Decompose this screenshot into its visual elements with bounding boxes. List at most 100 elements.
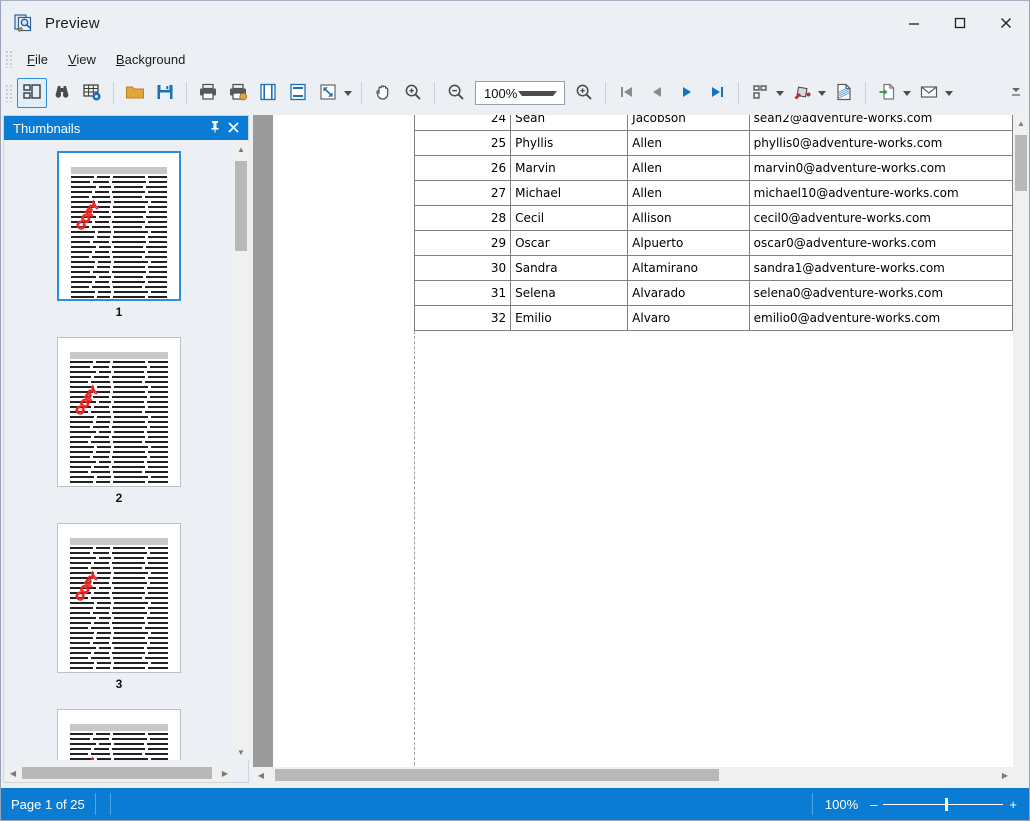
table-row: 30 Sandra Altamirano sandra1@adventure-work… [413,255,1014,281]
table-cell-last: Allen [627,155,750,181]
zoom-out-button[interactable] [441,78,471,108]
scroll-up-arrow[interactable]: ▲ [233,141,249,157]
minimize-button[interactable] [891,1,937,45]
document-viewer[interactable]: 6FrancesAdamsfrances0@adventure-works.co… [253,115,1029,783]
zoom-slider-knob[interactable] [945,797,949,811]
table-row: 24 Sean Jacobson sean2@adventure-works.com [413,115,1014,131]
scroll-down-arrow[interactable]: ▼ [233,744,249,760]
open-button[interactable] [120,78,150,108]
scrollbar-thumb[interactable] [275,769,719,781]
table-cell-mail: sandra1@adventure-works.com [748,255,1014,281]
thumbnails-vertical-scrollbar[interactable]: ▲ ▼ [233,141,249,760]
chevron-down-icon[interactable] [518,90,557,96]
table-cell-mail: michael10@adventure-works.com [748,180,1014,206]
export-dropdown-caret[interactable] [903,90,911,96]
multiple-pages-dropdown-caret[interactable] [776,90,784,96]
scale-dropdown-caret[interactable] [344,90,352,96]
toolbar-separator [865,82,866,104]
table-cell-mail: cecil0@adventure-works.com [748,205,1014,231]
menu-background[interactable]: Background [106,49,195,70]
scrollbar-thumb[interactable] [235,161,247,251]
thumbnails-list[interactable]: COPY 1 COPY 2 COPY 3 COPY4 [5,141,233,760]
table-cell-id: 32 [413,305,512,331]
resize-arrows-icon [318,82,338,105]
toolbar-separator [113,82,114,104]
page-setup-button[interactable] [77,78,107,108]
thumbnail-page[interactable]: COPY [57,151,181,301]
scroll-right-arrow[interactable]: ▶ [997,767,1013,783]
table-cell-id: 29 [413,230,512,256]
thumbnail-page[interactable]: COPY [57,709,181,760]
watermark-button[interactable] [829,78,859,108]
scroll-left-arrow[interactable]: ◀ [253,767,269,783]
binoculars-icon [52,82,72,105]
toggle-sidebar-button[interactable] [17,78,47,108]
menu-view[interactable]: View [58,49,106,70]
zoom-level-label: 100% [824,796,859,812]
zoom-slider-track[interactable] [883,797,1004,811]
page-color-dropdown-caret[interactable] [818,90,826,96]
print-button[interactable] [193,78,223,108]
thumbnail-page[interactable]: COPY [57,523,181,673]
page-frame-icon [258,82,278,105]
scroll-right-arrow[interactable]: ▶ [217,765,233,781]
thumbnail-item[interactable]: COPY 2 [13,337,225,513]
hand-tool-button[interactable] [368,78,398,108]
zoom-out-button[interactable]: – [870,797,877,812]
table-cell-first: Phyllis [510,130,629,156]
document-horizontal-scrollbar[interactable]: ◀ ▶ [253,767,1029,783]
status-divider [94,793,96,815]
close-button[interactable] [983,1,1029,45]
send-via-email-button[interactable] [914,78,944,108]
thumbnails-horizontal-scrollbar[interactable]: ◀ ▶ [5,765,233,781]
previous-page-icon [648,83,666,104]
zoom-in-button[interactable] [569,78,599,108]
previous-page-button[interactable] [642,78,672,108]
scale-button[interactable] [313,78,343,108]
find-button[interactable] [47,78,77,108]
table-cell-id: 25 [413,130,512,156]
document-vertical-scrollbar[interactable]: ▲ [1013,115,1029,767]
page-color-button[interactable] [787,78,817,108]
email-dropdown-caret[interactable] [945,90,953,96]
thumbnail-item[interactable]: COPY 1 [13,151,225,327]
watermark-page-icon [834,82,854,105]
status-bar: Page 1 of 25 100% – + [1,788,1029,820]
table-cell-last: Alvarado [627,280,750,306]
scroll-left-arrow[interactable]: ◀ [5,765,21,781]
quick-print-button[interactable] [223,78,253,108]
table-cell-last: Allen [627,180,750,206]
toolbar-drag-grip[interactable] [5,84,13,102]
zoom-combobox[interactable]: 100% [475,81,565,105]
magnifier-tool-button[interactable] [398,78,428,108]
thumbnail-page[interactable]: COPY [57,337,181,487]
save-button[interactable] [150,78,180,108]
zoom-slider[interactable]: – + [870,797,1029,812]
scrollbar-thumb[interactable] [1015,135,1027,191]
next-page-button[interactable] [672,78,702,108]
export-document-button[interactable] [872,78,902,108]
thumbnail-item[interactable]: COPY4 [13,709,225,760]
last-page-button[interactable] [702,78,732,108]
zoom-in-button[interactable]: + [1009,797,1017,812]
page-margins-button[interactable] [253,78,283,108]
scrollbar-thumb[interactable] [22,767,212,779]
menu-file[interactable]: File [17,49,58,70]
main-toolbar: 100% [1,73,1029,113]
grid-gear-icon [82,82,102,105]
maximize-button[interactable] [937,1,983,45]
pin-icon[interactable] [206,120,224,136]
scroll-up-arrow[interactable]: ▲ [1013,115,1029,131]
multiple-pages-button[interactable] [745,78,775,108]
table-cell-last: Allison [627,205,750,231]
envelope-icon [919,82,939,105]
header-footer-button[interactable] [283,78,313,108]
status-divider [109,793,111,815]
toolbar-overflow-button[interactable] [1009,85,1023,102]
first-page-button[interactable] [612,78,642,108]
preview-magnifier-icon [13,12,35,34]
thumbnail-item[interactable]: COPY 3 [13,523,225,699]
close-icon[interactable] [224,121,242,136]
menu-drag-grip[interactable] [5,50,13,68]
toolbar-separator [605,82,606,104]
